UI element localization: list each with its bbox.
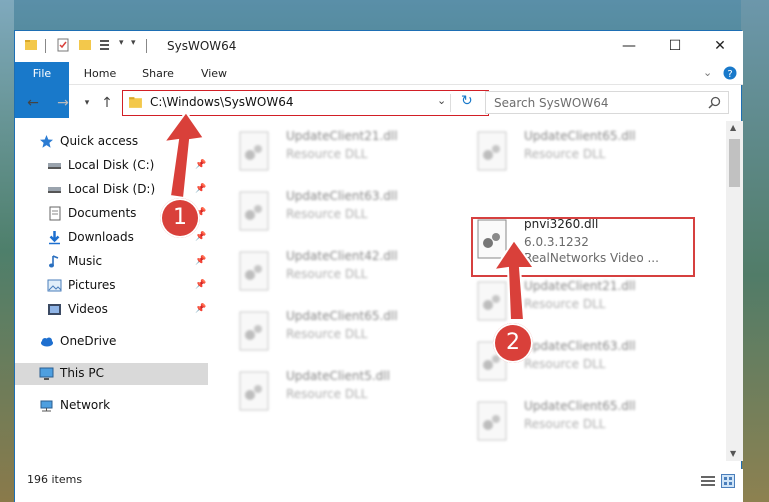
dll-file-icon (239, 251, 269, 291)
explorer-window: ▾ ▾ SysWOW64 — ☐ ✕ File Home Share View … (14, 30, 743, 502)
item-count: 196 items (27, 473, 83, 486)
pin-icon: 📌 (195, 280, 207, 290)
file-item[interactable]: UpdateClient65.dll Resource DLL (462, 395, 692, 451)
scrollbar-thumb[interactable] (729, 139, 740, 187)
close-button[interactable]: ✕ (697, 31, 743, 61)
file-item[interactable]: UpdateClient42.dll Resource DLL (224, 245, 454, 301)
forward-arrow-icon[interactable]: → (53, 93, 73, 113)
maximize-button[interactable]: ☐ (652, 31, 698, 61)
recent-locations-icon[interactable]: ▾ (77, 93, 97, 113)
star-icon (40, 135, 53, 148)
desktop-background-right (741, 0, 769, 502)
search-placeholder: Search SysWOW64 (494, 96, 609, 110)
refresh-icon[interactable]: ↻ (461, 93, 473, 109)
title-bar: ▾ ▾ SysWOW64 — ☐ ✕ (15, 31, 743, 62)
help-icon[interactable]: ? (723, 66, 737, 80)
window-title: SysWOW64 (167, 39, 237, 53)
file-item[interactable]: UpdateClient65.dll Resource DLL (224, 305, 454, 361)
minimize-button[interactable]: — (606, 31, 652, 61)
pin-icon: 📌 (195, 160, 207, 170)
network-icon (40, 400, 53, 412)
sidebar-item-local-disk-c[interactable]: Local Disk (C:) 📌 (15, 155, 208, 177)
status-bar: 196 items (15, 469, 743, 502)
new-folder-icon[interactable] (78, 38, 92, 52)
tab-share[interactable]: Share (135, 62, 181, 85)
qat-menu-icon[interactable]: ▾ (131, 38, 136, 48)
file-item[interactable]: UpdateClient21.dll Resource DLL (224, 125, 454, 181)
address-bar[interactable]: C:\Windows\SysWOW64 ⌄ ↻ (122, 90, 489, 116)
search-input[interactable]: Search SysWOW64 (485, 91, 729, 114)
sidebar-item-pictures[interactable]: Pictures 📌 (15, 275, 208, 297)
svg-text:?: ? (727, 69, 732, 80)
expand-ribbon-icon[interactable]: ⌄ (703, 66, 712, 79)
drive-icon (48, 187, 61, 193)
sidebar-item-onedrive[interactable]: OneDrive (15, 331, 208, 353)
tiles-view-icon[interactable] (721, 474, 735, 488)
step-1-badge: 1 (160, 198, 200, 238)
documents-icon (49, 206, 61, 221)
sidebar-item-this-pc[interactable]: This PC (15, 363, 208, 385)
sidebar-item-videos[interactable]: Videos 📌 (15, 299, 208, 321)
desktop-background-left (0, 0, 14, 502)
step-2-badge: 2 (493, 323, 533, 363)
file-item[interactable]: UpdateClient5.dll Resource DLL (224, 365, 454, 421)
sidebar-item-network[interactable]: Network (15, 395, 208, 417)
file-item[interactable]: UpdateClient21.dll Resource DLL (462, 275, 692, 331)
up-arrow-icon[interactable]: ↑ (97, 93, 117, 113)
folder-icon (25, 40, 37, 50)
dll-file-icon (239, 191, 269, 231)
details-view-icon[interactable] (701, 475, 715, 487)
back-arrow-icon[interactable]: ← (23, 93, 43, 113)
file-item[interactable]: UpdateClient63.dll Resource DLL (224, 185, 454, 241)
dll-file-icon (477, 401, 507, 441)
pin-icon: 📌 (195, 232, 207, 242)
videos-icon (48, 304, 61, 315)
search-icon[interactable] (708, 96, 721, 109)
address-path[interactable]: C:\Windows\SysWOW64 (150, 95, 294, 109)
sidebar-item-music[interactable]: Music 📌 (15, 251, 208, 273)
dll-file-icon (239, 131, 269, 171)
file-highlight-box (471, 217, 695, 277)
drive-icon (48, 163, 61, 169)
tab-view[interactable]: View (191, 62, 237, 85)
properties-icon[interactable] (56, 38, 70, 52)
ribbon: File Home Share View ⌄ ? (15, 62, 743, 118)
scroll-up-icon[interactable]: ▲ (730, 123, 736, 132)
dll-file-icon (477, 281, 507, 321)
scroll-down-icon[interactable]: ▼ (730, 449, 736, 458)
address-dropdown-icon[interactable]: ⌄ (437, 94, 446, 107)
folder-icon (129, 97, 142, 108)
tab-home[interactable]: Home (77, 62, 123, 85)
dll-file-icon (239, 371, 269, 411)
dll-file-icon (239, 311, 269, 351)
file-list: UpdateClient21.dll Resource DLL UpdateCl… (208, 121, 726, 461)
pin-icon: 📌 (195, 304, 207, 314)
customize-icon[interactable] (99, 38, 113, 52)
pictures-icon (47, 279, 62, 292)
pc-icon (39, 367, 54, 380)
music-icon (49, 255, 59, 268)
cloud-icon (41, 337, 53, 347)
downloads-icon (49, 231, 60, 245)
dropdown-chevron-icon[interactable]: ▾ (119, 38, 124, 48)
pin-icon: 📌 (195, 184, 207, 194)
vertical-scrollbar[interactable]: ▲ ▼ (726, 121, 743, 461)
navigation-pane: Quick access Local Disk (C:) 📌 Local Dis… (15, 121, 208, 461)
dll-file-icon (477, 131, 507, 171)
navigation-bar: ← → ▾ ↑ C:\Windows\SysWOW64 ⌄ ↻ Search S… (15, 87, 743, 119)
sidebar-item-quick-access[interactable]: Quick access (15, 131, 208, 153)
file-item[interactable]: UpdateClient65.dll Resource DLL (462, 125, 692, 181)
pin-icon: 📌 (195, 256, 207, 266)
